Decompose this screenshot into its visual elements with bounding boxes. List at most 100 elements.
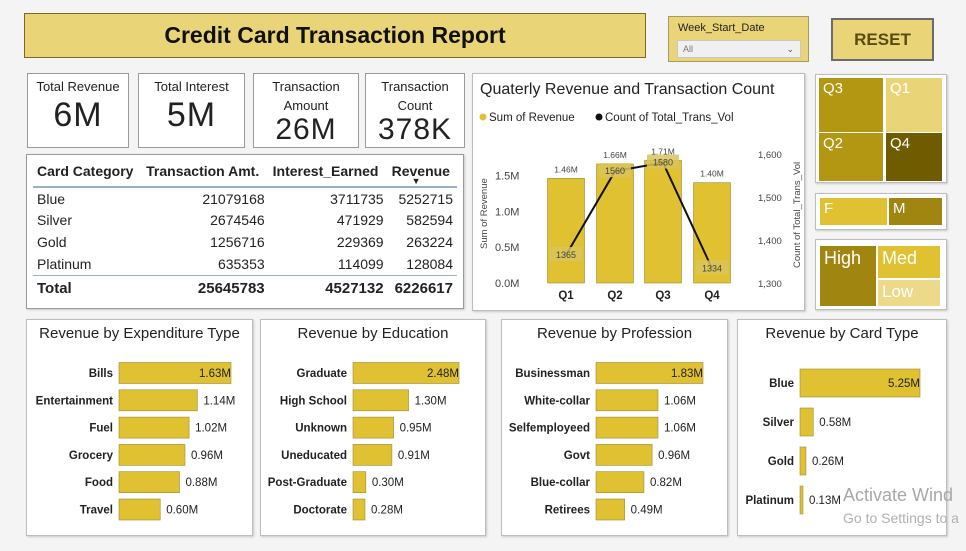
bar-data-label: 1.46M — [554, 164, 578, 174]
revenue-bar — [352, 498, 366, 521]
kpi-label: Total Interest — [154, 79, 229, 94]
bar-data-label: 0.82M — [650, 477, 682, 489]
bar-data-label: 2.48M — [427, 368, 459, 380]
table-cell: 582594 — [406, 212, 453, 228]
legend-label: Count of Total_Trans_Vol — [605, 112, 734, 124]
line-data-label: 1365 — [556, 250, 576, 260]
filter-select[interactable]: All ⌄ — [677, 40, 801, 58]
slicer-high[interactable]: High — [820, 246, 876, 306]
kpi-label: Total Revenue — [36, 79, 120, 94]
slicer-q1[interactable]: Q1 — [886, 78, 942, 132]
table-cell: 635353 — [217, 255, 265, 272]
category-label: Grocery — [69, 450, 114, 462]
bar-data-label: 0.95M — [400, 423, 432, 435]
revenue-bar — [595, 389, 659, 412]
chevron-down-icon: ⌄ — [786, 44, 794, 54]
category-label: Silver — [763, 417, 795, 429]
table-row[interactable]: Gold 1256716 229369 263224 — [33, 231, 457, 253]
revenue-bar — [352, 471, 367, 493]
slicer-q4[interactable]: Q4 — [886, 133, 942, 181]
table-cell: 1256716 — [210, 234, 265, 250]
category-label: Blue — [769, 378, 794, 390]
x-tick-label: Q3 — [655, 290, 670, 302]
line-data-label: 1580 — [653, 158, 673, 168]
bar-data-label: 1.06M — [664, 395, 696, 407]
table-row[interactable]: Blue 21079168 3711735 5252715 — [33, 187, 457, 209]
category-label: Retirees — [545, 505, 590, 517]
report-title: Credit Card Transaction Report — [24, 13, 646, 58]
kpi-label: Transaction Amount — [272, 79, 340, 113]
profession-bars: Businessman 1.83M White-collar 1.06M Selfemp… — [509, 362, 704, 521]
column-header[interactable]: Card Category — [33, 155, 143, 188]
education-chart: Revenue by Education Graduate 2.48M High S… — [260, 319, 486, 536]
kpi-value: 5M — [166, 96, 217, 134]
legend-marker-count — [595, 113, 603, 121]
slicer-female[interactable]: F — [820, 198, 887, 225]
card-category-table: Card Category Transaction Amt. Interest_… — [26, 154, 464, 309]
gender-slicer: F M — [815, 193, 947, 230]
revenue-bar — [547, 178, 585, 284]
bar-data-label: 0.96M — [658, 450, 690, 462]
column-header[interactable]: Interest_Earned — [268, 155, 388, 188]
table-cell: 229369 — [336, 234, 384, 250]
kpi-value: 378K — [377, 113, 453, 146]
category-label: Selfemployeed — [509, 423, 590, 435]
slicer-med[interactable]: Med — [878, 246, 940, 278]
slicer-male[interactable]: M — [889, 198, 942, 225]
bar-data-label: 0.30M — [372, 477, 404, 489]
table-cell: Blue — [37, 190, 66, 207]
week-start-date-filter[interactable]: Week_Start_Date All ⌄ — [668, 16, 809, 62]
revenue-bar — [118, 471, 180, 493]
bar-data-label: 0.26M — [812, 456, 844, 468]
y2-axis-label: Count of Total_Trans_Vol — [792, 162, 803, 268]
count-line — [565, 161, 713, 269]
bar-data-label: 0.91M — [398, 450, 430, 462]
table-cell: Silver — [37, 212, 73, 228]
table-total-row: Total 25645783 4527132 6226617 — [33, 274, 457, 301]
line-data-label: 1560 — [605, 166, 625, 176]
table-row[interactable]: Silver 2674546 471929 582594 — [33, 209, 457, 231]
table-header-row: Card Category Transaction Amt. Interest_… — [33, 155, 457, 188]
bar-data-label: 0.58M — [819, 417, 851, 429]
table-cell: 21079168 — [202, 190, 265, 207]
y2-tick-label: 1,500 — [758, 193, 782, 204]
bar-data-label: 1.14M — [203, 395, 235, 407]
table-row[interactable]: Platinum 635353 114099 128084 — [33, 253, 457, 275]
table-cell: 25645783 — [142, 274, 269, 301]
sort-desc-icon: ▼ — [411, 176, 421, 186]
reset-button[interactable]: RESET — [831, 18, 934, 61]
revenue-bar — [352, 444, 393, 466]
revenue-bar — [118, 498, 161, 521]
bar-data-label: 0.49M — [631, 505, 663, 517]
bar-data-label: 1.66M — [603, 150, 627, 160]
combo-chart-svg: Quaterly Revenue and Transaction Count Su… — [479, 81, 803, 302]
bar-data-label: 1.06M — [664, 423, 696, 435]
kpi-transaction-amount: Transaction Amount 26M — [253, 73, 359, 148]
slicer-q2[interactable]: Q2 — [819, 133, 883, 181]
bar-data-label: 5.25M — [888, 378, 920, 390]
slicer-q3[interactable]: Q3 — [819, 78, 883, 132]
category-label: Platinum — [745, 495, 794, 507]
table-cell: Gold — [37, 234, 67, 250]
bar-data-label: 1.83M — [671, 368, 703, 380]
column-header[interactable]: Transaction Amt. — [142, 155, 269, 188]
revenue-bar — [352, 416, 394, 439]
table-cell: 3711735 — [330, 190, 384, 207]
category-label: Govt — [564, 450, 590, 462]
bar-data-label: 0.13M — [809, 495, 841, 507]
education-bars: Graduate 2.48M High School 1.30M Unknown 0.95… — [268, 362, 460, 521]
category-label: Graduate — [297, 368, 348, 380]
column-header-sorted[interactable]: Revenue ▼ — [387, 155, 457, 188]
slicer-low[interactable]: Low — [878, 280, 940, 306]
table-cell: 128084 — [406, 255, 453, 272]
revenue-bar — [352, 389, 409, 412]
activate-windows-subtext: Go to Settings to a — [843, 510, 959, 526]
category-label: Post-Graduate — [268, 477, 347, 489]
revenue-bar — [799, 485, 804, 515]
table-cell: Total — [33, 274, 143, 301]
table-cell: 4527132 — [268, 274, 388, 301]
category-label: Blue-collar — [531, 477, 591, 489]
table-cell: 2674546 — [210, 212, 265, 228]
table-cell: 263224 — [406, 234, 453, 250]
quarterly-combo-chart: Quaterly Revenue and Transaction Count Su… — [472, 73, 805, 311]
